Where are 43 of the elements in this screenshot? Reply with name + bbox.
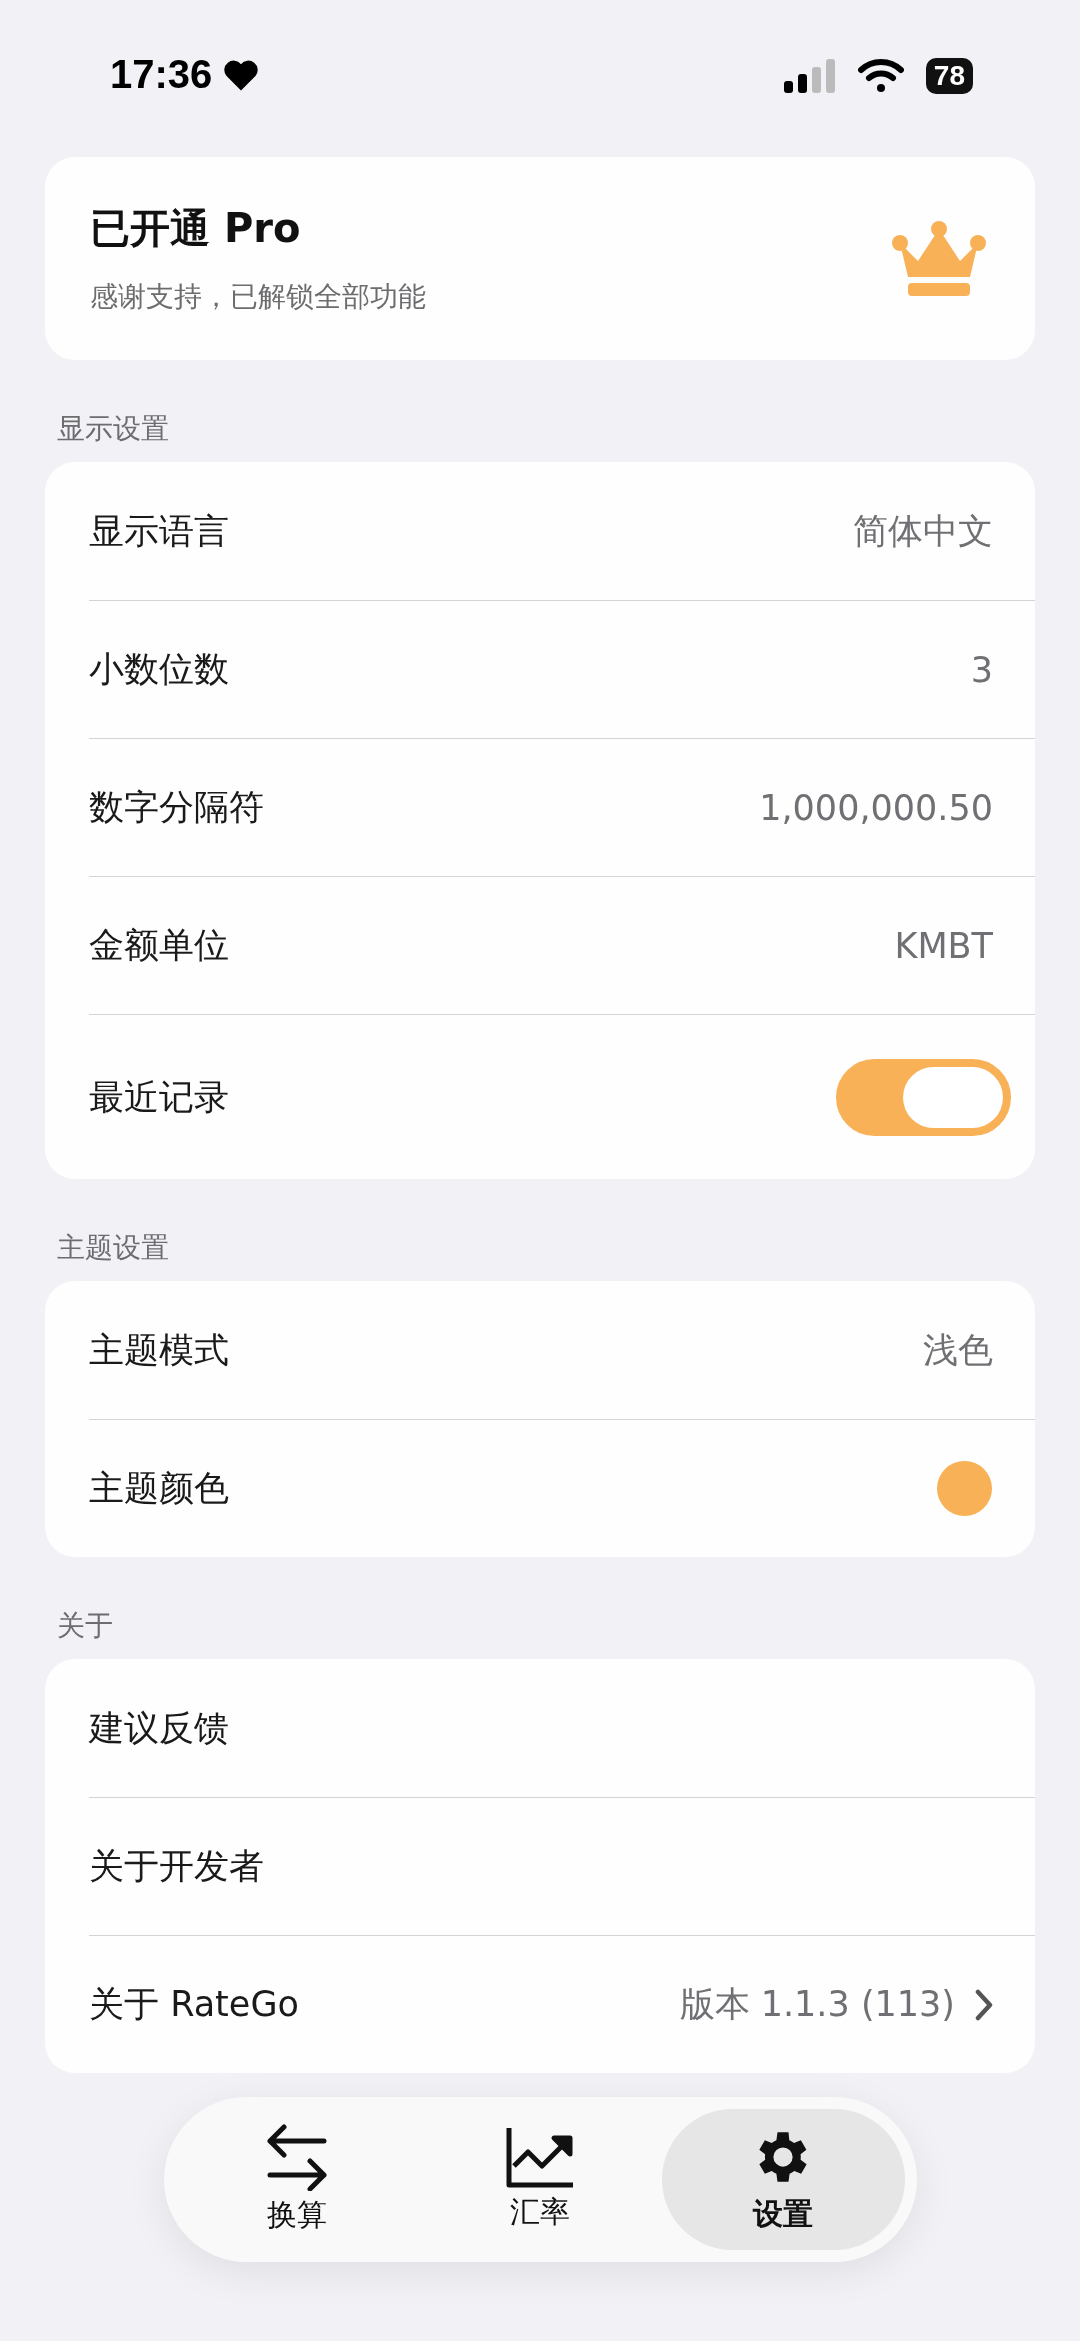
section-header: 关于	[56, 1608, 114, 1644]
setting-label: 最近记录	[89, 1075, 229, 1119]
line-chart-icon	[506, 2126, 574, 2188]
setting-label: 显示语言	[89, 509, 229, 553]
settings-row[interactable]: 关于开发者	[89, 1797, 1035, 1935]
setting-value: 3	[970, 649, 993, 690]
section-header: 显示设置	[56, 411, 170, 447]
tab[interactable]: 设置	[661, 2109, 905, 2250]
setting-label: 小数位数	[89, 648, 229, 691]
signal-icon	[783, 59, 836, 93]
setting-label: 数字分隔符	[89, 786, 264, 829]
setting-label: 关于 RateGo	[89, 1983, 299, 2026]
color-dot[interactable]	[937, 1461, 992, 1516]
setting-label: 关于开发者	[89, 1845, 264, 1888]
crown-icon	[891, 220, 987, 297]
setting-label: 金额单位	[89, 924, 229, 967]
tab[interactable]: 换算	[175, 2109, 419, 2250]
setting-value: 1,000,000.50	[759, 787, 993, 828]
settings-row[interactable]: 数字分隔符 1,000,000.50	[89, 738, 1035, 876]
setting-label: 主题颜色	[89, 1467, 229, 1510]
settings-row[interactable]: 主题模式 浅色	[89, 1281, 1035, 1419]
battery-level: 78	[925, 58, 973, 94]
settings-row[interactable]: 最近记录	[89, 1014, 1035, 1179]
wifi-icon	[857, 59, 904, 93]
setting-value: KMBT	[894, 925, 993, 966]
section-header: 主题设置	[56, 1230, 170, 1266]
chevron-right-icon	[975, 1988, 993, 2021]
setting-value: 浅色	[923, 1328, 993, 1372]
pro-title: 已开通 Pro	[90, 204, 302, 253]
swap-arrows-icon	[266, 2123, 328, 2191]
version-text: 版本 1.1.3 (113)	[679, 1983, 955, 2026]
setting-value: 简体中文	[853, 509, 993, 553]
settings-row[interactable]: 金额单位 KMBT	[89, 876, 1035, 1014]
settings-row[interactable]: 关于 RateGo 版本 1.1.3 (113)	[89, 1935, 1035, 2073]
settings-row[interactable]: 小数位数 3	[89, 600, 1035, 738]
tab[interactable]: 汇率	[418, 2109, 662, 2250]
setting-label: 主题模式	[89, 1328, 229, 1372]
pro-subtitle: 感谢支持，已解锁全部功能	[90, 279, 426, 315]
setting-label: 建议反馈	[89, 1706, 229, 1750]
settings-row[interactable]: 显示语言 简体中文	[89, 462, 1035, 600]
status-time: 17:36	[110, 52, 213, 97]
settings-row[interactable]: 建议反馈	[89, 1659, 1035, 1797]
settings-row[interactable]: 主题颜色	[89, 1419, 1035, 1557]
